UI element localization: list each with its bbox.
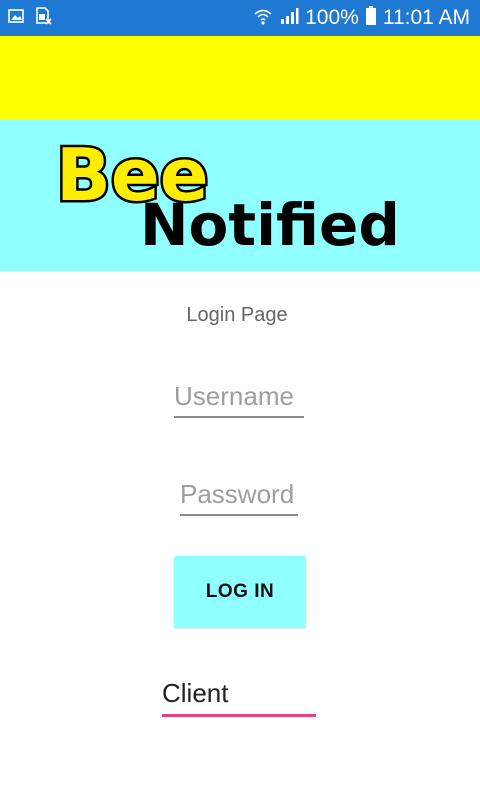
logo-banner: Bee Notified	[0, 120, 480, 271]
bee-notified-logo: Bee Notified	[54, 131, 400, 260]
role-select-value: Client	[162, 678, 229, 708]
wifi-icon	[253, 6, 273, 31]
role-select[interactable]: Client	[162, 672, 316, 717]
battery-percent: 100%	[305, 6, 359, 29]
login-button[interactable]: LOG IN	[174, 556, 306, 628]
sim-card-icon	[34, 6, 52, 30]
header-bar	[0, 36, 480, 120]
battery-icon	[365, 5, 377, 31]
clock-time: 11:01 AM	[382, 6, 470, 29]
logo-word-notified: Notified	[140, 191, 400, 259]
signal-icon	[279, 7, 299, 30]
username-input[interactable]	[174, 378, 304, 418]
status-bar: 100% 11:01 AM	[0, 0, 480, 36]
page-title: Login Page	[186, 304, 288, 326]
gallery-icon	[8, 8, 24, 28]
password-input[interactable]	[180, 476, 298, 516]
